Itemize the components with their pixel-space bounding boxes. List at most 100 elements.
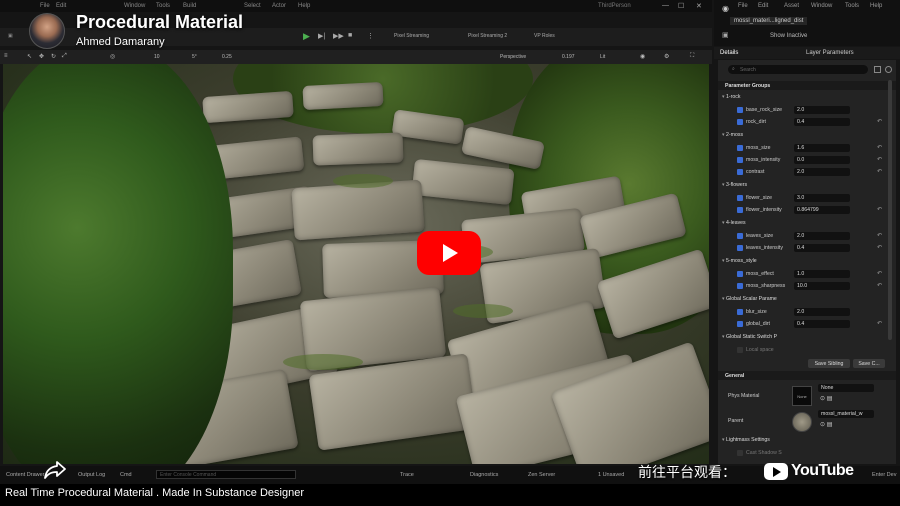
menu-window[interactable]: Window (811, 3, 832, 9)
param-value[interactable]: 2.0 (794, 308, 850, 316)
grid-snap-value[interactable]: 10 (154, 54, 160, 60)
param-checkbox[interactable] (737, 283, 743, 289)
menu-actor[interactable]: Actor (272, 3, 286, 9)
group-leaves[interactable]: 4-leaves (722, 220, 746, 226)
general-header[interactable]: General (718, 371, 896, 380)
menu-window[interactable]: Window (124, 3, 145, 9)
parameter-groups-header[interactable]: Parameter Groups (718, 81, 896, 90)
phys-material-dropdown[interactable]: None (818, 384, 874, 392)
menu-help[interactable]: Help (298, 3, 310, 9)
rotate-tool-icon[interactable]: ↻ (51, 53, 56, 60)
lit-button[interactable]: Lit (600, 54, 605, 60)
reset-icon[interactable]: ↶ (877, 270, 882, 277)
level-viewport[interactable] (3, 64, 709, 464)
settings-icon[interactable]: ⚙ (664, 53, 669, 60)
param-checkbox[interactable] (737, 233, 743, 239)
menu-help[interactable]: Help (870, 3, 882, 9)
pixel-streaming-button[interactable]: Pixel Streaming (394, 33, 429, 39)
menu-asset[interactable]: Asset (784, 3, 799, 9)
video-play-button[interactable] (417, 231, 481, 275)
param-value[interactable]: 0.0 (794, 156, 850, 164)
scale-snap-value[interactable]: 0.25 (222, 54, 232, 60)
angle-snap-value[interactable]: 5° (192, 54, 197, 60)
menu-tools[interactable]: Tools (156, 3, 170, 9)
tab-layer-parameters[interactable]: Layer Parameters (806, 50, 854, 56)
reset-icon[interactable]: ↶ (877, 232, 882, 239)
cmd-dropdown[interactable]: Cmd (120, 472, 132, 478)
perspective-button[interactable]: Perspective (500, 54, 526, 60)
param-value[interactable]: 0.4 (794, 118, 850, 126)
vp-roles-button[interactable]: VP Roles (534, 33, 555, 39)
param-value[interactable]: 1.6 (794, 144, 850, 152)
save-icon[interactable]: ▣ (722, 31, 729, 39)
console-command-input[interactable]: Enter Console Command (156, 470, 296, 479)
save-icon[interactable]: ▣ (8, 33, 13, 39)
menu-file[interactable]: File (738, 3, 748, 9)
save-sibling-button[interactable]: Save Sibling (808, 359, 850, 368)
video-title[interactable]: Procedural Material (76, 12, 243, 33)
menu-select[interactable]: Select (244, 3, 261, 9)
unsaved-indicator[interactable]: 1 Unsaved (598, 472, 624, 478)
param-checkbox[interactable] (737, 271, 743, 277)
param-checkbox[interactable] (737, 145, 743, 151)
param-checkbox[interactable] (737, 119, 743, 125)
close-icon[interactable]: ✕ (696, 2, 702, 10)
move-tool-icon[interactable]: ✥ (39, 53, 44, 60)
lightmass-settings[interactable]: Lightmass Settings (722, 437, 770, 443)
stop-icon[interactable]: ■ (348, 32, 352, 39)
trace-button[interactable]: Trace (400, 472, 414, 478)
browse-icon[interactable]: ⊙ ▤ (820, 395, 832, 402)
menu-file[interactable]: File (40, 3, 50, 9)
param-value[interactable]: 0.4 (794, 244, 850, 252)
param-value[interactable]: 0.4 (794, 320, 850, 328)
param-checkbox[interactable] (737, 347, 743, 353)
maximize-icon[interactable]: ☐ (678, 2, 684, 10)
param-value[interactable]: 2.0 (794, 168, 850, 176)
param-checkbox[interactable] (737, 195, 743, 201)
param-checkbox[interactable] (737, 157, 743, 163)
tab-details[interactable]: Details (720, 50, 738, 56)
param-value[interactable]: 10.0 (794, 282, 850, 290)
param-value[interactable]: 2.0 (794, 232, 850, 240)
diagnostics-button[interactable]: Diagnostics (470, 472, 498, 478)
options-icon[interactable]: ⋮ (367, 32, 374, 40)
menu-edit[interactable]: Edit (758, 3, 768, 9)
channel-avatar[interactable] (29, 13, 65, 49)
search-input[interactable]: ⌕ Search (728, 65, 868, 74)
hamburger-icon[interactable]: ≡ (4, 53, 8, 59)
share-icon[interactable] (44, 460, 66, 480)
reset-icon[interactable]: ↶ (877, 282, 882, 289)
param-checkbox[interactable] (737, 321, 743, 327)
param-checkbox[interactable] (737, 207, 743, 213)
skip-icon[interactable]: ▶▶ (333, 32, 344, 40)
group-global-static-switch[interactable]: Global Static Switch P (722, 334, 777, 340)
reset-icon[interactable]: ↶ (877, 156, 882, 163)
param-value[interactable]: 2.0 (794, 106, 850, 114)
youtube-logo[interactable]: YouTube (764, 460, 854, 482)
grid-view-icon[interactable] (874, 66, 881, 73)
save-child-button[interactable]: Save C... (853, 359, 885, 368)
minimize-icon[interactable]: — (662, 2, 669, 9)
content-drawer-button[interactable]: Content Drawer (6, 472, 45, 478)
reset-icon[interactable]: ↶ (877, 144, 882, 151)
param-value[interactable]: 1.0 (794, 270, 850, 278)
param-checkbox[interactable] (737, 107, 743, 113)
reset-icon[interactable]: ↶ (877, 320, 882, 327)
reset-icon[interactable]: ↶ (877, 244, 882, 251)
scale-tool-icon[interactable]: ⤢ (62, 53, 67, 60)
maximize-viewport-icon[interactable]: ⛶ (690, 53, 694, 60)
world-icon[interactable]: ◎ (110, 53, 115, 60)
group-moss[interactable]: 2-moss (722, 132, 743, 138)
settings-icon[interactable] (885, 66, 892, 73)
show-icon[interactable]: ◉ (640, 53, 645, 60)
browse-icon[interactable]: ⊙ ▤ (820, 421, 832, 428)
panel-scrollbar[interactable] (888, 80, 892, 340)
enter-dev-button[interactable]: Enter Dev (872, 472, 896, 478)
reset-icon[interactable]: ↶ (877, 118, 882, 125)
param-checkbox[interactable] (737, 245, 743, 251)
output-log-button[interactable]: Output Log (78, 472, 105, 478)
menu-tools[interactable]: Tools (845, 3, 859, 9)
select-tool-icon[interactable]: ↖ (27, 53, 32, 60)
reset-icon[interactable]: ↶ (877, 168, 882, 175)
pixel-streaming2-button[interactable]: Pixel Streaming 2 (468, 33, 507, 39)
